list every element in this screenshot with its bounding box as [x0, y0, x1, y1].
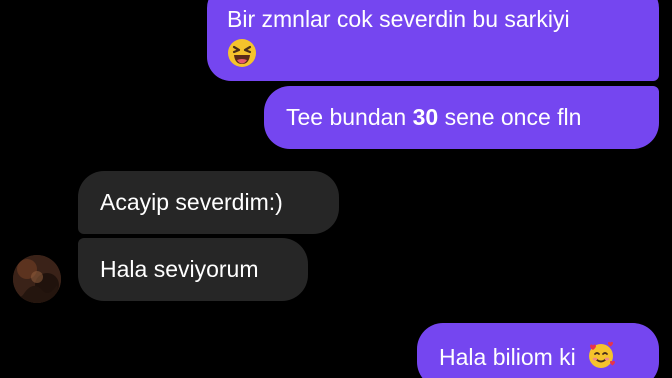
smiling-face-with-hearts-icon [586, 340, 616, 378]
message-text: Tee bundan [286, 104, 413, 130]
message-text: Hala biliom ki [439, 344, 576, 371]
message-text: Bir zmnlar cok severdin bu sarkiyi [227, 6, 570, 32]
message-text: sene once fln [438, 104, 582, 130]
message-text-bold: 30 [412, 104, 439, 130]
sent-message-bubble[interactable]: Hala biliom ki [417, 323, 659, 378]
received-message-bubble[interactable]: Acayip severdim:) [78, 171, 339, 234]
grinning-squinting-face-icon [227, 38, 257, 76]
received-message-bubble[interactable]: Hala seviyorum [78, 238, 308, 301]
sent-message-bubble[interactable]: Tee bundan 30 sene once fln [264, 86, 659, 149]
message-text: Acayip severdim:) [100, 189, 283, 215]
message-thread: Bir zmnlar cok severdin bu sarkiyi Tee b… [0, 0, 672, 378]
contact-avatar[interactable] [13, 255, 61, 303]
message-text: Hala seviyorum [100, 256, 259, 282]
sent-message-bubble[interactable]: Bir zmnlar cok severdin bu sarkiyi [207, 0, 659, 81]
